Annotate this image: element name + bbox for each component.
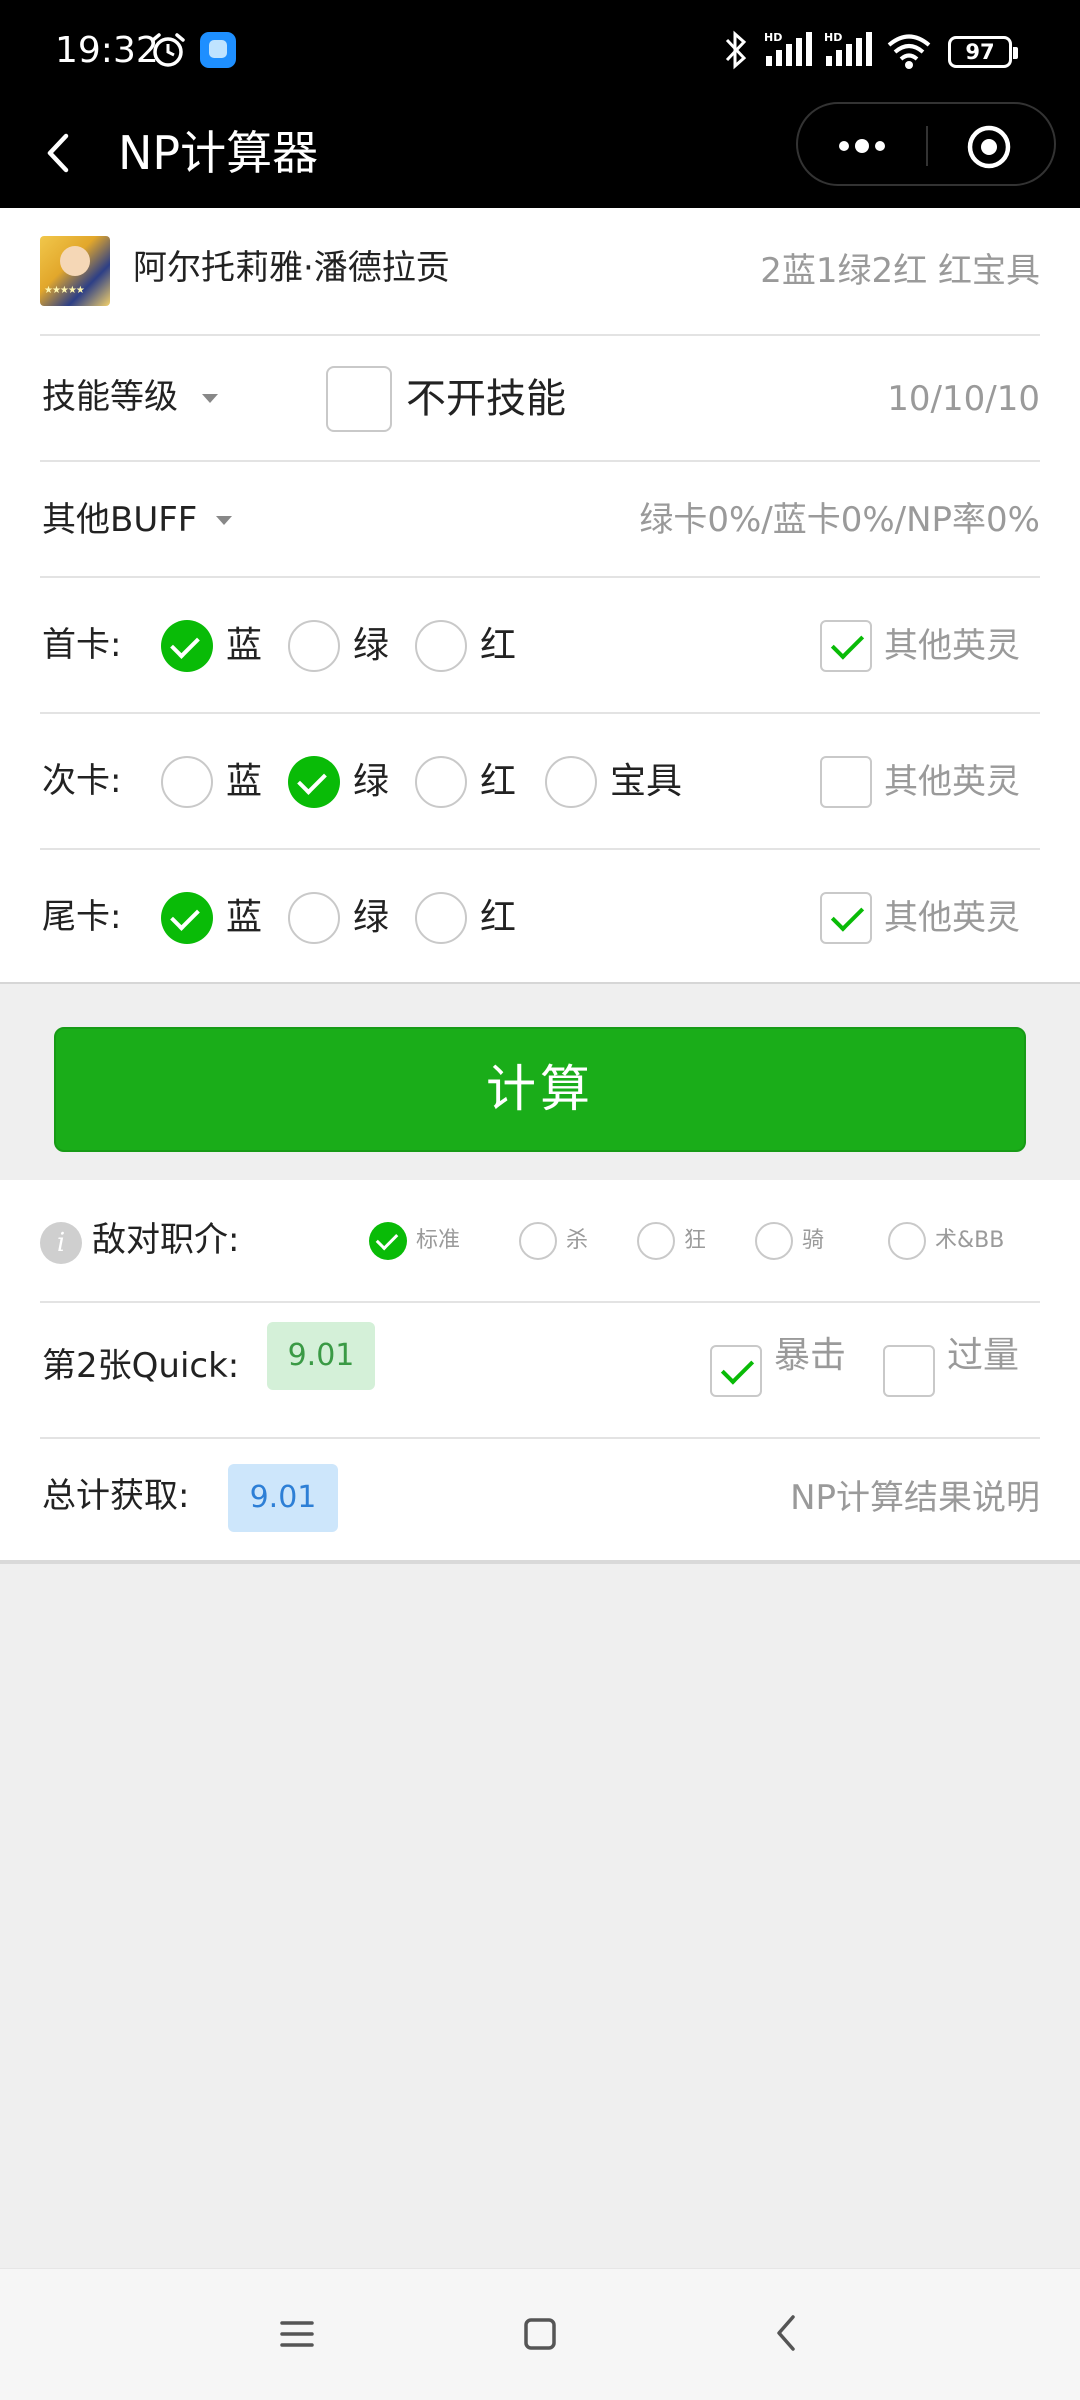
status-time: 19:32 xyxy=(55,30,159,71)
buff-summary[interactable]: 绿卡0%/蓝卡0%/NP率0% xyxy=(639,495,1040,545)
result-panel: i 敌对职介: 标准 杀 狂 骑 术&BB 第2张Quick: 9.01 暴击 … xyxy=(0,1180,1080,1562)
second-card-blue-label: 蓝 xyxy=(226,761,263,802)
servant-row[interactable]: ★★★★★ 阿尔托莉雅·潘德拉贡 2蓝1绿2红 红宝具 xyxy=(0,208,1080,336)
enemy-standard-label: 标准 xyxy=(416,1228,461,1253)
menu-lines-icon[interactable] xyxy=(280,2319,314,2349)
no-skill-label: 不开技能 xyxy=(406,376,566,422)
third-card-blue-label: 蓝 xyxy=(226,897,263,938)
first-card-label: 首卡: xyxy=(42,625,122,665)
second-card-other-servant-checkbox[interactable] xyxy=(820,756,872,808)
third-card-other-servant-label: 其他英灵 xyxy=(884,898,1020,938)
third-card-blue-radio[interactable] xyxy=(161,892,213,944)
second-card-green-label: 绿 xyxy=(353,761,390,802)
second-card-green-radio[interactable] xyxy=(288,756,340,808)
overkill-checkbox[interactable] xyxy=(883,1345,935,1397)
enemy-class-label: 敌对职介: xyxy=(92,1220,240,1260)
enemy-rider-label: 骑 xyxy=(802,1228,825,1253)
first-card-red-label: 红 xyxy=(480,625,517,666)
result-panel-border xyxy=(0,1560,1080,1564)
first-card-blue-radio[interactable] xyxy=(161,620,213,672)
servant-name: 阿尔托莉雅·潘德拉贡 xyxy=(133,248,450,288)
mini-program-capsule xyxy=(796,102,1056,186)
bluetooth-icon xyxy=(722,28,750,76)
second-card-row: 次卡: 蓝 绿 红 宝具 其他英灵 xyxy=(0,714,1080,850)
caret-down-icon[interactable] xyxy=(216,516,232,525)
capsule-divider xyxy=(926,126,928,166)
enemy-assassin-radio[interactable] xyxy=(519,1222,557,1260)
first-card-other-servant-checkbox[interactable] xyxy=(820,620,872,672)
third-card-red-label: 红 xyxy=(480,897,517,938)
signal2-label: HD xyxy=(824,31,842,44)
battery-icon: 97 xyxy=(948,36,1018,68)
more-dots-icon[interactable] xyxy=(826,128,898,164)
card-np-label: 第2张Quick: xyxy=(42,1346,240,1386)
second-card-other-servant-label: 其他英灵 xyxy=(884,762,1020,802)
panel-divider xyxy=(0,982,1080,984)
second-card-red-label: 红 xyxy=(480,761,517,802)
second-card-red-radio[interactable] xyxy=(415,756,467,808)
page-title: NP计算器 xyxy=(118,126,319,180)
back-arrow-icon[interactable] xyxy=(774,2313,798,2353)
buff-row: 其他BUFF 绿卡0%/蓝卡0%/NP率0% xyxy=(0,462,1080,578)
buff-dropdown[interactable]: 其他BUFF xyxy=(42,495,197,545)
second-card-np-radio[interactable] xyxy=(545,756,597,808)
signal-icon: HD xyxy=(762,30,814,74)
first-card-blue-label: 蓝 xyxy=(226,625,263,666)
first-card-red-radio[interactable] xyxy=(415,620,467,672)
np-result-explanation-link[interactable]: NP计算结果说明 xyxy=(790,1472,1040,1524)
first-card-green-label: 绿 xyxy=(353,625,390,666)
critical-checkbox[interactable] xyxy=(710,1345,762,1397)
second-card-blue-radio[interactable] xyxy=(161,756,213,808)
target-close-icon[interactable] xyxy=(966,124,1012,170)
servant-avatar: ★★★★★ xyxy=(40,236,110,306)
enemy-berserker-radio[interactable] xyxy=(637,1222,675,1260)
status-bar: 19:32 HD HD 97 xyxy=(0,0,1080,100)
total-np-label: 总计获取: xyxy=(42,1476,190,1516)
alarm-icon xyxy=(148,30,188,74)
third-card-other-servant-checkbox[interactable] xyxy=(820,892,872,944)
caret-down-icon[interactable] xyxy=(202,394,218,403)
home-square-icon[interactable] xyxy=(523,2317,557,2351)
signal-icon: HD xyxy=(822,30,874,74)
no-skill-checkbox[interactable] xyxy=(326,366,392,432)
enemy-rider-radio[interactable] xyxy=(755,1222,793,1260)
wifi-icon xyxy=(886,32,932,74)
settings-panel: ★★★★★ 阿尔托莉雅·潘德拉贡 2蓝1绿2红 红宝具 技能等级 不开技能 10… xyxy=(0,208,1080,984)
servant-card-summary: 2蓝1绿2红 红宝具 xyxy=(760,251,1040,291)
enemy-berserker-label: 狂 xyxy=(684,1228,707,1253)
enemy-caster-radio[interactable] xyxy=(888,1222,926,1260)
critical-label: 暴击 xyxy=(774,1335,847,1376)
third-card-label: 尾卡: xyxy=(42,897,122,937)
total-np-value: 9.01 xyxy=(228,1464,338,1532)
skill-level-dropdown[interactable]: 技能等级 xyxy=(42,372,178,422)
first-card-green-radio[interactable] xyxy=(288,620,340,672)
app-notification-icon xyxy=(200,32,236,68)
skill-levels-value[interactable]: 10/10/10 xyxy=(887,374,1040,424)
second-card-np-label: 宝具 xyxy=(610,761,683,802)
third-card-green-label: 绿 xyxy=(353,897,390,938)
third-card-green-radio[interactable] xyxy=(288,892,340,944)
first-card-row: 首卡: 蓝 绿 红 其他英灵 xyxy=(0,578,1080,714)
first-card-other-servant-label: 其他英灵 xyxy=(884,626,1020,666)
enemy-caster-label: 术&BB xyxy=(935,1228,1005,1253)
third-card-red-radio[interactable] xyxy=(415,892,467,944)
card-np-value: 9.01 xyxy=(267,1322,375,1390)
second-card-label: 次卡: xyxy=(42,761,122,801)
system-nav-bar xyxy=(0,2268,1080,2400)
enemy-assassin-label: 杀 xyxy=(566,1228,589,1253)
enemy-standard-radio[interactable] xyxy=(369,1222,407,1260)
info-icon[interactable]: i xyxy=(40,1222,82,1264)
calculate-button[interactable]: 计算 xyxy=(54,1027,1026,1152)
overkill-label: 过量 xyxy=(947,1335,1020,1376)
skill-row: 技能等级 不开技能 10/10/10 xyxy=(0,336,1080,462)
chevron-left-icon[interactable] xyxy=(36,118,86,188)
third-card-row: 尾卡: 蓝 绿 红 其他英灵 xyxy=(0,850,1080,986)
signal1-label: HD xyxy=(764,31,782,44)
nav-bar: NP计算器 xyxy=(0,100,1080,208)
